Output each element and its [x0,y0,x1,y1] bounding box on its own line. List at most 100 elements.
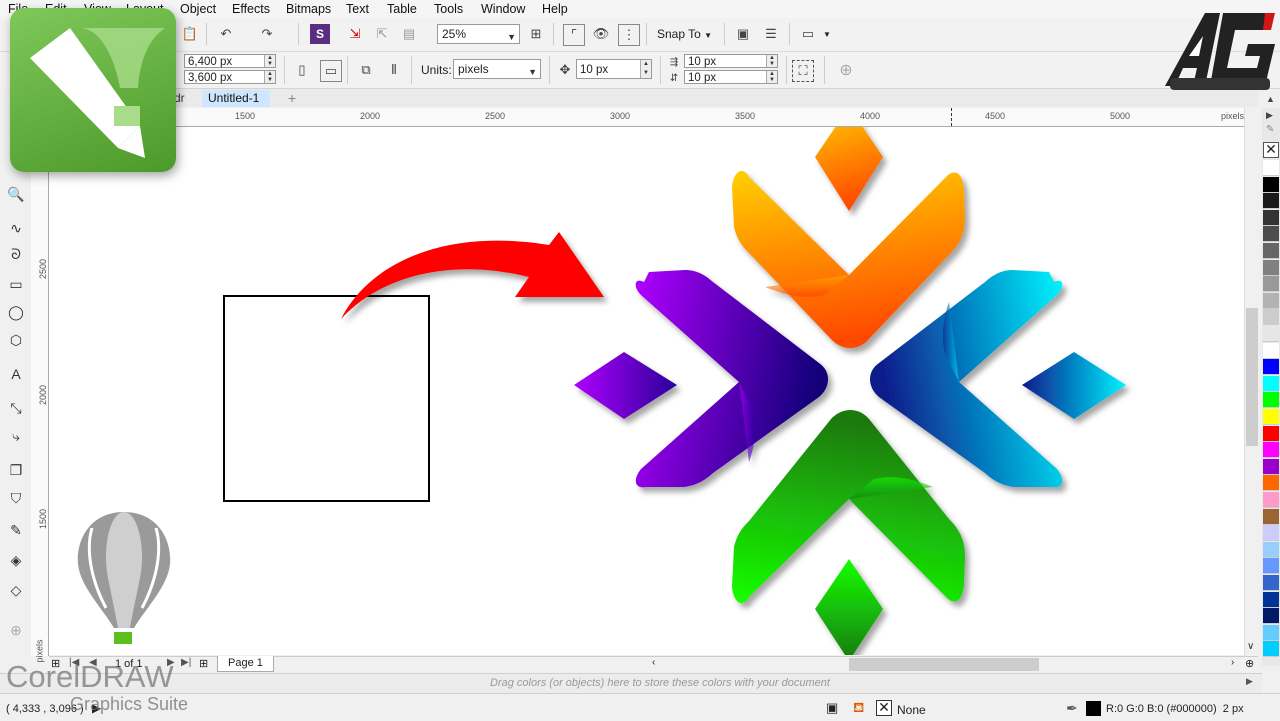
publish-pdf-icon[interactable]: ▤ [399,24,419,44]
outline-color-swatch[interactable] [1086,701,1101,716]
menu-object[interactable]: Object [180,2,216,16]
palette-swatch[interactable] [1263,525,1279,542]
last-page-icon[interactable]: ▶| [181,657,191,668]
transparency-icon[interactable]: ⛉ [6,488,26,508]
purple-diamond-shape[interactable] [574,352,677,419]
current-page-icon[interactable]: ⫴ [384,60,404,80]
treat-as-filled-icon[interactable]: ⛶ [792,60,814,82]
document-palette[interactable]: Drag colors (or objects) here to store t… [0,673,1262,693]
menu-window[interactable]: Window [481,2,525,16]
palette-swatch[interactable] [1263,508,1279,525]
palette-swatch[interactable] [1263,541,1279,558]
welcome-screen-icon[interactable]: ▣ [733,24,753,44]
page-width-field[interactable]: 6,400 px ▲ ▼ [184,54,276,68]
palette-swatch[interactable] [1263,160,1279,176]
rectangle-tool-icon[interactable]: ▭ [6,274,26,294]
page-height-field[interactable]: 3,600 px ▲ ▼ [184,70,276,84]
red-arrow-shape[interactable] [341,232,604,319]
menu-tools[interactable]: Tools [434,2,463,16]
blue-diamond-shape[interactable] [1022,352,1126,419]
landscape-icon[interactable]: ▭ [320,60,342,82]
add-tab-icon[interactable]: + [282,90,302,107]
palette-swatch[interactable] [1263,558,1279,575]
palette-swatch[interactable] [1263,276,1279,293]
quick-customize-icon[interactable]: ⊕ [836,60,856,80]
vertical-scroll-thumb[interactable] [1246,308,1258,446]
palette-swatch[interactable] [1263,575,1279,591]
no-color-swatch[interactable]: ✕ [1263,142,1279,158]
vertical-ruler[interactable]: 2500 2000 1500 pixels [31,126,49,663]
palette-swatch[interactable] [1263,292,1279,309]
vertical-scrollbar[interactable]: ∨ [1244,108,1259,656]
palette-swatch[interactable] [1263,209,1279,226]
freehand-tool-icon[interactable]: ∿ [6,218,26,238]
horizontal-ruler[interactable]: 1500 2000 2500 3000 3500 4000 4500 5000 … [31,108,1258,127]
interactive-fill-icon[interactable]: ◈ [6,550,26,570]
ellipse-tool-icon[interactable]: ◯ [6,302,26,322]
add-page-after-icon[interactable]: ⊞ [199,657,208,670]
palette-swatch[interactable] [1263,309,1279,326]
nudge-distance-field[interactable]: 10 px ▲ ▼ [576,59,652,79]
show-guides-icon[interactable]: 👁 [591,24,611,44]
menu-bitmaps[interactable]: Bitmaps [286,2,331,16]
undo-icon[interactable]: ↶ [216,24,236,44]
palette-swatch[interactable] [1263,475,1279,492]
menu-text[interactable]: Text [346,2,369,16]
palette-swatch[interactable] [1263,226,1279,243]
drop-shadow-icon[interactable]: ❐ [6,460,26,480]
palette-swatch[interactable] [1263,492,1279,508]
launcher-caret-icon[interactable]: ▼ [823,30,831,39]
page-1-tab[interactable]: Page 1 [217,656,274,672]
options-icon[interactable]: ☰ [761,24,781,44]
import-icon[interactable]: ⇲ [345,24,365,44]
palette-swatch[interactable] [1263,193,1279,210]
palette-swatch[interactable] [1263,409,1279,425]
horizontal-scroll-thumb[interactable] [849,658,1039,671]
units-dropdown[interactable]: pixels ▼ [453,59,541,79]
corel-connect-icon[interactable]: S [310,24,330,44]
redo-icon[interactable]: ↷ [257,24,277,44]
drawing-canvas[interactable] [49,107,1244,661]
application-launcher-icon[interactable]: ▭ [798,24,818,44]
green-diamond-shape[interactable] [815,559,883,661]
palette-swatch[interactable] [1263,359,1279,376]
all-pages-icon[interactable]: ⧉ [356,60,376,80]
smart-fill-icon[interactable]: ◇ [6,580,26,600]
palette-swatch[interactable] [1263,624,1279,641]
palette-swatch[interactable] [1263,326,1279,342]
document-palette-arrow-icon[interactable]: ▶ [1246,676,1253,687]
show-grid-icon[interactable]: ⋮ [618,24,640,46]
palette-swatch[interactable] [1263,591,1279,608]
palette-scroll-up-icon[interactable]: ▲ [1266,94,1275,104]
connector-tool-icon[interactable]: ⤷ [6,426,26,446]
zoom-tool-icon[interactable]: 🔍 [6,184,26,204]
fill-none-swatch-icon[interactable]: ✕ [876,700,892,716]
paste-icon[interactable]: 📋 [180,24,200,44]
orange-diamond-shape[interactable] [815,107,883,211]
scroll-right-arrow-icon[interactable]: › [1231,657,1234,668]
color-proofing-icon[interactable]: ▣ [826,700,838,716]
palette-swatch[interactable] [1263,375,1279,392]
duplicate-y-field[interactable]: 10 px ▲ ▼ [684,70,778,84]
menu-table[interactable]: Table [387,2,417,16]
polygon-tool-icon[interactable]: ⬡ [6,330,26,350]
full-screen-icon[interactable]: ⊞ [526,24,546,44]
palette-swatch[interactable] [1263,458,1279,475]
palette-swatch[interactable] [1263,176,1279,193]
zoom-level-dropdown[interactable]: 25% ▼ [437,24,520,44]
artistic-media-icon[interactable]: ᘐ [6,244,26,264]
palette-swatch[interactable] [1263,259,1279,276]
parallel-dimension-icon[interactable]: ⤡ [6,398,26,418]
menu-help[interactable]: Help [542,2,568,16]
tab-untitled-1[interactable]: Untitled-1 [202,90,270,107]
palette-swatch[interactable] [1263,392,1279,409]
rectangle-shape[interactable] [223,295,430,502]
duplicate-x-field[interactable]: 10 px ▲ ▼ [684,54,778,68]
palette-swatch[interactable] [1263,243,1279,259]
scroll-down-arrow-icon[interactable]: ∨ [1247,641,1254,652]
menu-effects[interactable]: Effects [232,2,270,16]
palette-swatch[interactable] [1263,608,1279,625]
palette-swatch[interactable] [1263,442,1279,459]
palette-swatch[interactable] [1263,342,1279,359]
eyedropper-icon[interactable]: ✎ [6,520,26,540]
